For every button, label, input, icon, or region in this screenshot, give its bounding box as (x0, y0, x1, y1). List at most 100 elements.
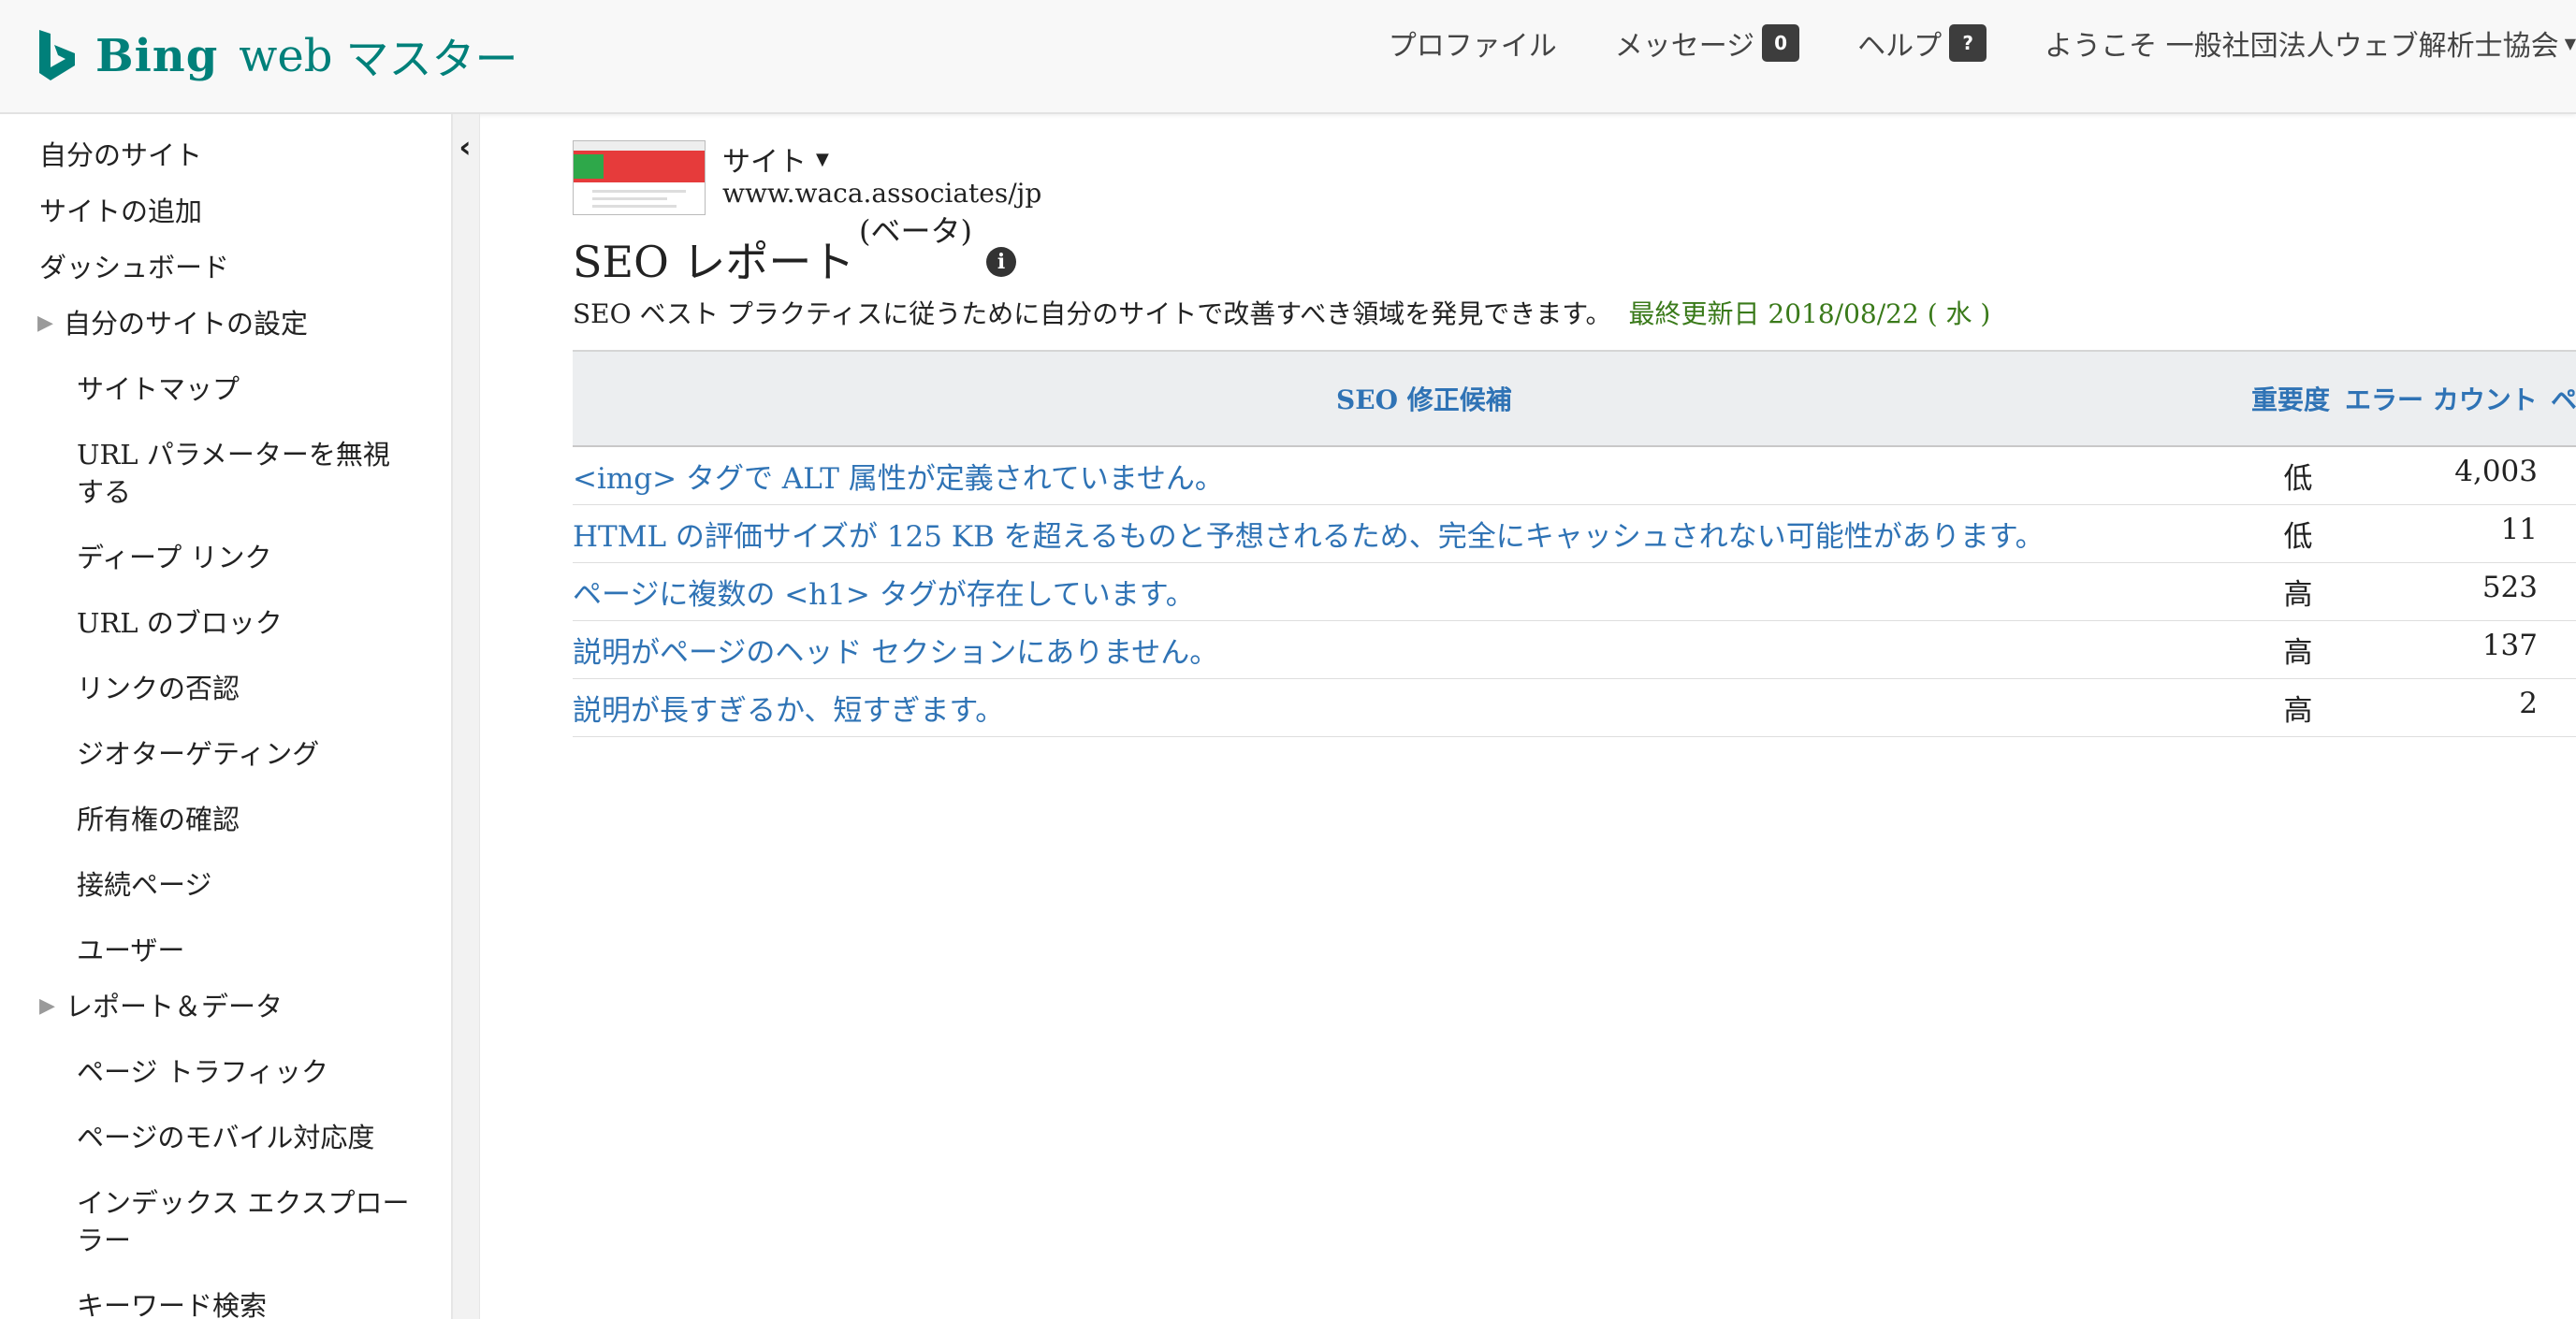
welcome-label: ようこそ 一般社団法人ウェブ解析士協会 (2045, 30, 2559, 63)
site-url: www.waca.associates/jp (722, 178, 1042, 209)
thumbnail-line (592, 197, 667, 200)
sidebar-item-label: ディープ リンク (77, 542, 272, 573)
chevron-right-icon: ▶ (37, 312, 53, 335)
sidebar-item-label: レポート＆データ (65, 991, 284, 1022)
sidebar-item-label: 所有権の確認 (77, 804, 240, 835)
error-count-value: 11 (2500, 513, 2538, 546)
thumbnail-accent (574, 154, 604, 179)
site-selector-label: サイト (722, 146, 807, 179)
column-header-error-count[interactable]: エラー カウント (2345, 380, 2538, 417)
help-label: ヘルプ (1857, 30, 1943, 63)
sidebar-item-label: ページのモバイル対応度 (77, 1122, 375, 1153)
sidebar-item-label: ユーザー (77, 935, 185, 966)
account-menu[interactable]: ようこそ 一般社団法人ウェブ解析士協会 ▼ (2045, 22, 2576, 64)
column-header-suggestion[interactable]: SEO 修正候補 (1336, 380, 1512, 417)
severity-value: 高 (2283, 694, 2313, 728)
suggestion-link[interactable]: <img> タグで ALT 属性が定義されていません。 (573, 455, 1224, 497)
column-header-severity[interactable]: 重要度 (2251, 380, 2330, 417)
error-count-value: 4,003 (2454, 455, 2538, 488)
sidebar-item-add-site[interactable]: サイトの追加 (39, 193, 202, 230)
sidebar-item-sitemaps[interactable]: サイトマップ (77, 370, 414, 408)
chevron-down-icon: ▼ (2564, 34, 2576, 52)
sidebar-item-label: インデックス エクスプローラー (77, 1187, 410, 1256)
sidebar-item-verify-ownership[interactable]: 所有権の確認 (77, 801, 414, 838)
sidebar-item-my-sites[interactable]: 自分のサイト (39, 137, 202, 174)
sidebar-item-mobile-friendliness[interactable]: ページのモバイル対応度 (77, 1119, 414, 1156)
info-icon[interactable]: i (986, 247, 1016, 277)
table-header: SEO 修正候補 重要度 エラー カウント ペ (573, 350, 2576, 447)
description-text: SEO ベスト プラクティスに従うために自分のサイトで改善すべき領域を発見できま… (573, 298, 1612, 329)
beta-label: (ベータ) (859, 213, 972, 249)
logo-master-text: マスター (345, 34, 518, 84)
top-nav: プロファイル メッセージ 0 ヘルプ ? ようこそ 一般社団法人ウェブ解析士協会… (1389, 22, 2576, 64)
table-row: 説明がページのヘッド セクションにありません。 高 137 (573, 621, 2576, 679)
profile-label: プロファイル (1388, 30, 1557, 63)
top-header: Bing web マスター プロファイル メッセージ 0 ヘルプ ? ようこそ … (0, 0, 2576, 114)
table-row: 説明が長すぎるか、短すぎます。 高 2 (573, 679, 2576, 737)
sidebar-item-label: URL のブロック (77, 607, 283, 639)
sidebar-item-dashboard[interactable]: ダッシュボード (39, 249, 229, 286)
sidebar-item-deep-links[interactable]: ディープ リンク (77, 539, 414, 576)
sidebar-item-label: ダッシュボード (39, 252, 230, 283)
sidebar-item-block-urls[interactable]: URL のブロック (77, 604, 414, 642)
chevron-left-icon[interactable]: ‹ (451, 129, 479, 167)
sidebar-item-label: サイトの追加 (39, 196, 203, 227)
sidebar-item-connected-pages[interactable]: 接続ページ (77, 866, 414, 904)
help-icon: ? (1949, 24, 1987, 62)
sidebar-item-label: 接続ページ (77, 869, 212, 901)
sidebar-item-keyword-research[interactable]: キーワード検索 (77, 1287, 414, 1319)
error-count-value: 137 (2481, 629, 2538, 662)
messages-count-badge: 0 (1762, 24, 1800, 62)
sidebar-item-label: URL パラメーターを無視する (77, 439, 390, 508)
severity-value: 低 (2283, 520, 2313, 554)
thumbnail-line (592, 205, 677, 208)
thumbnail-bar (574, 141, 705, 151)
sidebar-item-geo-targeting[interactable]: ジオターゲティング (77, 735, 414, 773)
sidebar-item-index-explorer[interactable]: インデックス エクスプローラー (77, 1184, 414, 1259)
table-row: HTML の評価サイズが 125 KB を超えるものと予想されるため、完全にキャ… (573, 505, 2576, 563)
sidebar-gutter (453, 114, 480, 1319)
page-title: SEO レポート (573, 237, 855, 287)
sidebar-item-page-traffic[interactable]: ページ トラフィック (77, 1053, 414, 1091)
last-updated: 最終更新日 2018/08/22 ( 水 ) (1628, 298, 1991, 329)
chevron-right-icon: ▶ (39, 994, 55, 1018)
suggestion-link[interactable]: HTML の評価サイズが 125 KB を超えるものと予想されるため、完全にキャ… (573, 513, 2045, 555)
sidebar-item-users[interactable]: ユーザー (77, 932, 414, 969)
sidebar-item-site-settings[interactable]: ▶ 自分のサイトの設定 (37, 305, 309, 342)
logo-web-text: web (239, 30, 333, 82)
sidebar-item-label: キーワード検索 (77, 1290, 268, 1319)
help-link[interactable]: ヘルプ ? (1857, 22, 1987, 64)
severity-value: 低 (2283, 462, 2313, 496)
suggestion-link[interactable]: ページに複数の <h1> タグが存在しています。 (573, 571, 1195, 613)
column-header-extra[interactable]: ペ (2551, 380, 2576, 417)
error-count-value: 2 (2519, 687, 2538, 720)
page-description: SEO ベスト プラクティスに従うために自分のサイトで改善すべき領域を発見できま… (573, 294, 1990, 331)
bing-webmaster-logo[interactable]: Bing web マスター (37, 26, 517, 86)
sidebar: 自分のサイト サイトの追加 ダッシュボード ▶ 自分のサイトの設定 サイトマップ … (0, 114, 453, 1319)
logo-bing-text: Bing (95, 30, 219, 82)
severity-value: 高 (2283, 636, 2313, 670)
site-thumbnail (573, 140, 706, 215)
table-row: ページに複数の <h1> タグが存在しています。 高 523 (573, 563, 2576, 621)
error-count-value: 523 (2481, 571, 2538, 604)
sidebar-item-ignore-url-params[interactable]: URL パラメーターを無視する (77, 436, 414, 511)
messages-link[interactable]: メッセージ 0 (1614, 22, 1800, 64)
sidebar-item-label: ジオターゲティング (77, 738, 320, 770)
chevron-down-icon: ▼ (816, 149, 829, 169)
sidebar-item-label: サイトマップ (77, 373, 240, 405)
sidebar-item-reports-data[interactable]: ▶ レポート＆データ (39, 988, 284, 1025)
table-row: <img> タグで ALT 属性が定義されていません。 低 4,003 (573, 447, 2576, 505)
severity-value: 高 (2283, 578, 2313, 612)
sidebar-item-label: 自分のサイトの設定 (64, 308, 309, 340)
thumbnail-line (592, 190, 686, 193)
sidebar-item-label: ページ トラフィック (77, 1056, 329, 1088)
messages-label: メッセージ (1614, 30, 1755, 63)
suggestion-link[interactable]: 説明が長すぎるか、短すぎます。 (573, 687, 1004, 729)
suggestion-link[interactable]: 説明がページのヘッド セクションにありません。 (573, 629, 1218, 671)
site-selector[interactable]: サイト ▼ (722, 138, 829, 180)
bing-logo-icon (39, 30, 75, 80)
profile-link[interactable]: プロファイル (1389, 22, 1557, 64)
seo-report-table: SEO 修正候補 重要度 エラー カウント ペ <img> タグで ALT 属性… (573, 350, 2576, 737)
sidebar-item-label: リンクの否認 (77, 673, 240, 704)
sidebar-item-disavow-links[interactable]: リンクの否認 (77, 670, 414, 707)
